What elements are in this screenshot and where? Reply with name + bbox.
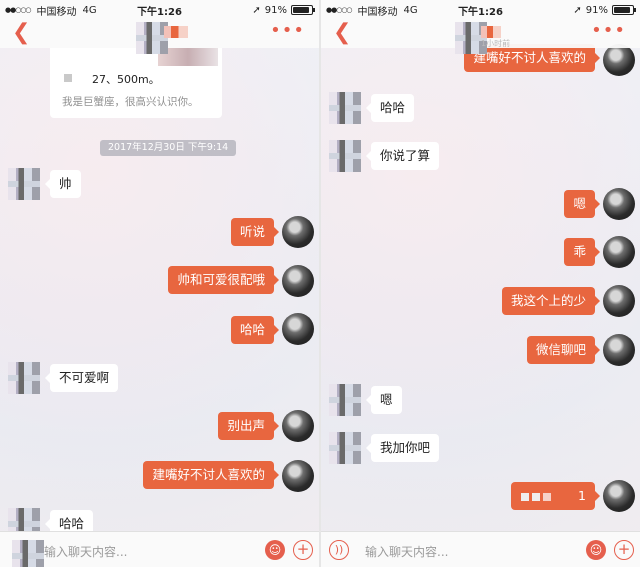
contact-avatar[interactable] [329,432,361,464]
message-bubble[interactable]: 听说 [230,218,280,246]
pixelated-icon[interactable] [12,540,44,567]
profile-distance: 27、500m。 [92,73,160,86]
contact-avatar[interactable] [329,92,361,124]
my-avatar[interactable] [282,265,314,297]
my-avatar[interactable] [603,334,635,366]
profile-intro: 我是巨蟹座，很高兴认识你。 [62,96,199,108]
message-bubble[interactable]: 嗯 [366,386,402,414]
message-bubble[interactable]: 我加你吧 [365,434,440,462]
input-bar: )) 输入聊天内容... ☺ + [321,531,640,567]
message-bubble[interactable]: 1 [511,482,600,510]
status-bar: ●●○○○ 中国移动 4G 下午1:26 ➚ 91% [0,0,319,20]
signal-icon: ●●○○○ [5,6,32,14]
message-bubble[interactable]: 建嘴好不讨人喜欢的 [143,461,279,489]
battery-percent: 91% [585,4,608,16]
my-avatar[interactable] [282,313,314,345]
message-bubble[interactable]: 哈哈 [230,316,280,344]
my-avatar[interactable] [282,410,314,442]
message-bubble[interactable]: 嗯 [564,190,600,218]
plus-icon[interactable]: + [293,540,313,560]
my-avatar[interactable] [603,188,635,220]
battery-percent: 91% [264,4,287,16]
chevron-left-icon[interactable]: ❮ [333,22,351,44]
my-avatar[interactable] [603,285,635,317]
contact-name-pixelated [164,26,188,38]
my-avatar[interactable] [603,44,635,76]
message-bubble[interactable]: 帅 [45,170,81,198]
my-avatar[interactable] [282,216,314,248]
network-label: 4G [403,4,418,16]
carrier-label: 中国移动 [36,6,77,18]
contact-avatar[interactable] [8,362,40,394]
message-bubble[interactable]: 不可爱啊 [44,364,119,392]
status-time: 下午1:26 [137,6,182,18]
location-arrow-icon: ➚ [573,4,582,16]
nav-bar: ❮ 1小时前 ••• [321,20,640,54]
last-seen: 1小时前 [481,39,511,48]
contact-name-pixelated [481,26,501,38]
message-input[interactable]: 输入聊天内容... [44,543,127,560]
more-dots-icon[interactable]: ••• [591,20,626,41]
input-bar: 输入聊天内容... ☺ + [0,531,319,567]
status-bar: ●●○○○ 中国移动 4G 下午1:26 ➚ 91% [321,0,640,20]
emoji-icon[interactable]: ☺ [586,540,606,560]
contact-avatar[interactable] [329,384,361,416]
profile-card[interactable]: 27、500m。 我是巨蟹座，很高兴认识你。 [50,48,222,118]
chat-panel-right: ●●○○○ 中国移动 4G 下午1:26 ➚ 91% ❮ 1小时前 ••• 建嘴… [321,0,640,567]
more-dots-icon[interactable]: ••• [270,20,305,41]
message-bubble[interactable]: 微信聊吧 [526,336,601,364]
contact-avatar[interactable] [329,140,361,172]
message-bubble[interactable]: 你说了算 [365,142,440,170]
time-divider: 2017年12月30日 下午9:14 [100,140,237,156]
chat-panel-left: ●●○○○ 中国移动 4G 下午1:26 ➚ 91% ❮ ••• 27、500m… [0,0,319,567]
message-text: 1 [578,488,586,503]
battery-icon [612,5,636,15]
pixelated-text [543,492,552,501]
message-input[interactable]: 输入聊天内容... [365,543,448,560]
message-bubble[interactable]: 帅和可爱很配哦 [168,266,279,294]
location-arrow-icon: ➚ [252,4,261,16]
chevron-left-icon[interactable]: ❮ [12,22,30,44]
message-bubble[interactable]: 我这个上的少 [501,287,601,315]
location-icon [64,74,72,82]
contact-avatar[interactable] [8,168,40,200]
plus-icon[interactable]: + [614,540,634,560]
message-bubble[interactable]: 别出声 [218,412,279,440]
message-bubble[interactable]: 哈哈 [365,94,415,122]
nav-bar: ❮ ••• [0,20,319,54]
my-avatar[interactable] [603,480,635,512]
my-avatar[interactable] [282,460,314,492]
signal-icon: ●●○○○ [326,6,353,14]
carrier-label: 中国移动 [357,6,398,18]
network-label: 4G [82,4,97,16]
battery-icon [291,5,315,15]
emoji-icon[interactable]: ☺ [265,540,285,560]
voice-icon[interactable]: )) [329,540,349,560]
message-bubble[interactable]: 乖 [564,238,600,266]
pixelated-text [532,492,541,501]
pixelated-text [521,492,530,501]
my-avatar[interactable] [603,236,635,268]
status-time: 下午1:26 [458,6,503,18]
